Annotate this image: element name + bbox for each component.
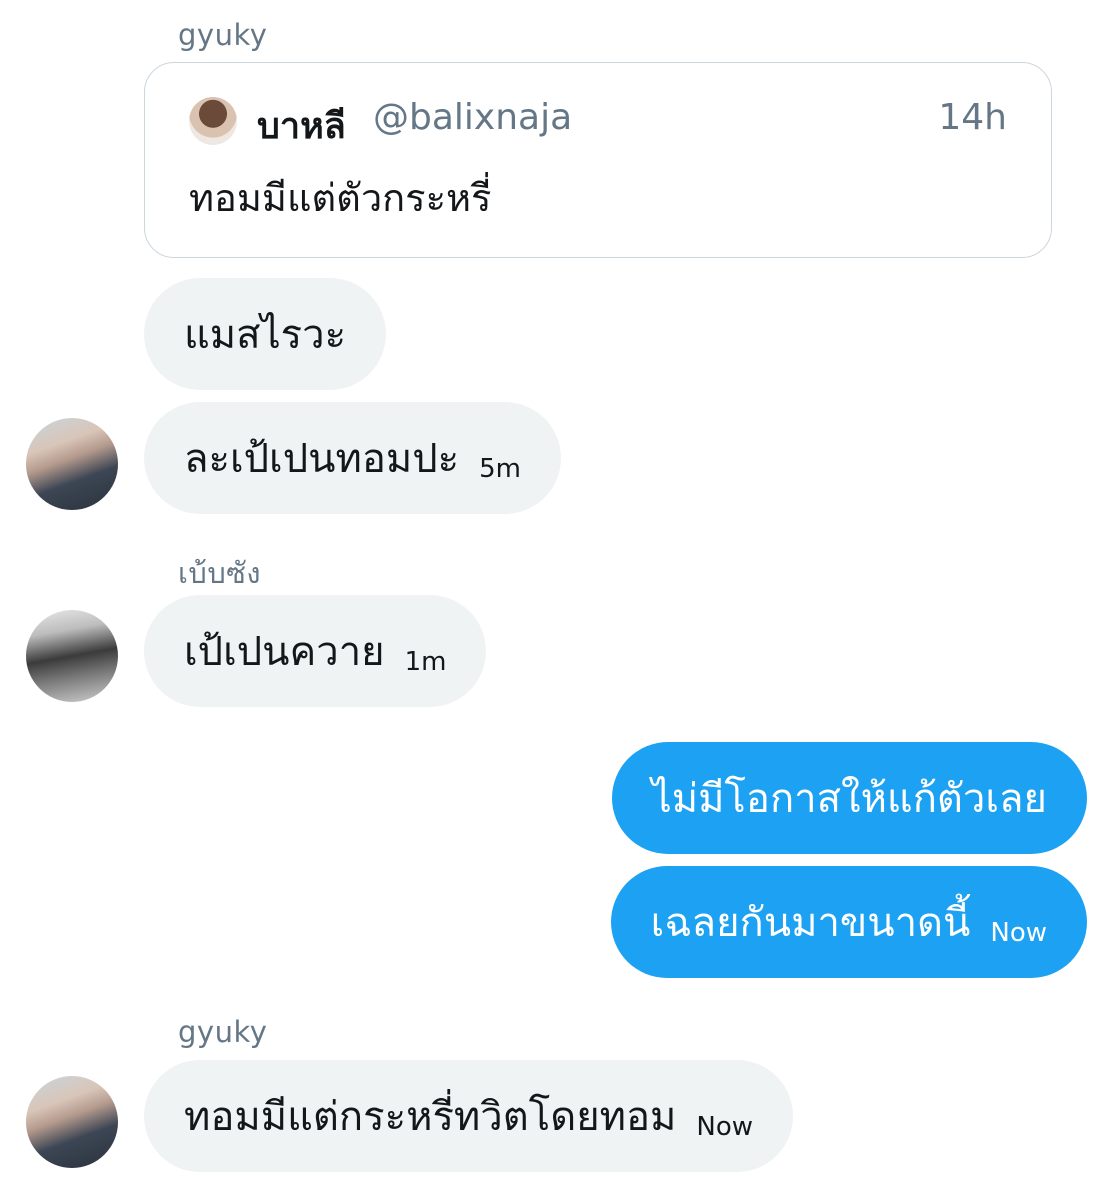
message-bubble-incoming[interactable]: ละเป้เปนทอมปะ 5m	[144, 402, 561, 514]
sender-name-gyuky: gyuky	[178, 18, 268, 52]
message-bubble-outgoing[interactable]: ไม่มีโอกาสให้แก้ตัวเลย	[611, 742, 1087, 854]
message-timestamp: 5m	[479, 454, 521, 484]
message-text: เป้เปนควาย	[184, 629, 385, 675]
message-bubble-incoming[interactable]: เป้เปนควาย 1m	[144, 595, 487, 707]
message-bubble-outgoing[interactable]: เฉลยกันมาขนาดนี้ Now	[610, 866, 1087, 978]
message-timestamp: Now	[696, 1112, 754, 1142]
quoted-tweet-text: ทอมมีแต่ตัวกระหรี่	[189, 176, 492, 220]
quoted-tweet-time: 14h	[938, 97, 1007, 138]
quoted-tweet-author-handle: @balixnaja	[373, 97, 573, 138]
message-bubble-incoming[interactable]: ทอมมีแต่กระหรี่ทวิตโดยทอม Now	[144, 1060, 794, 1172]
message-timestamp: Now	[990, 918, 1047, 948]
quoted-tweet-card[interactable]: บาหลี @balixnaja 14h ทอมมีแต่ตัวกระหรี่	[144, 62, 1052, 258]
avatar-gyuky[interactable]	[26, 1076, 118, 1168]
message-text: เฉลยกันมาขนาดนี้	[650, 900, 971, 946]
message-text: ไม่มีโอกาสให้แก้ตัวเลย	[651, 776, 1047, 822]
message-timestamp: 1m	[404, 647, 447, 677]
quoted-tweet-avatar	[189, 97, 237, 145]
message-text: ทอมมีแต่กระหรี่ทวิตโดยทอม	[184, 1094, 677, 1140]
sender-name-gyuky: gyuky	[178, 1015, 268, 1049]
sender-name-bebsang: เบ้บซัง	[178, 556, 262, 590]
message-text: ละเป้เปนทอมปะ	[184, 436, 460, 482]
message-bubble-incoming[interactable]: แมสไรวะ	[144, 278, 387, 390]
message-text: แมสไรวะ	[184, 312, 347, 358]
quoted-tweet-author-name: บาหลี	[257, 106, 346, 147]
avatar-gyuky[interactable]	[26, 418, 118, 510]
avatar-bebsang[interactable]	[26, 610, 118, 702]
